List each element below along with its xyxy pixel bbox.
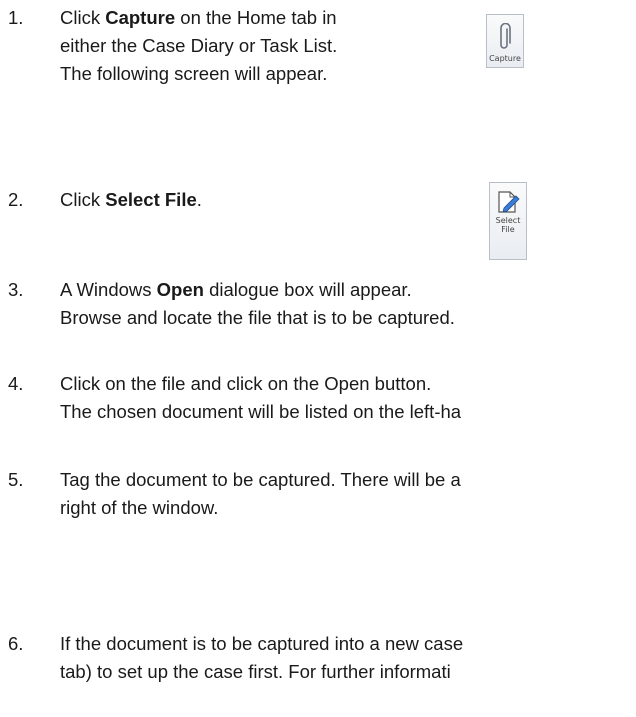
- step-number: 4.: [8, 373, 24, 394]
- select-file-label-1: Select: [495, 216, 521, 225]
- step-number: 1.: [8, 7, 24, 28]
- step-line: Browse and locate the file that is to be…: [60, 307, 455, 328]
- step-line: Click on the file and click on the Open …: [60, 373, 432, 394]
- step-line: Click Capture on the Home tab in: [60, 7, 337, 28]
- step-number: 6.: [8, 633, 24, 654]
- select-file-button[interactable]: Select File: [489, 182, 527, 260]
- step-line: either the Case Diary or Task List.: [60, 35, 338, 56]
- paperclip-icon: [500, 23, 511, 49]
- step-line: tab) to set up the case first. For furth…: [60, 661, 451, 682]
- step-text: Click Capture on the Home tab in either …: [60, 4, 337, 88]
- step-line: If the document is to be captured into a…: [60, 633, 464, 654]
- step-number: 2.: [8, 189, 24, 210]
- step-number: 5.: [8, 469, 24, 490]
- select-file-label-2: File: [501, 225, 515, 234]
- step-line: right of the window.: [60, 497, 219, 518]
- step-text: Click on the file and click on the Open …: [60, 370, 461, 426]
- step-text: Click Select File.: [60, 186, 202, 214]
- step-text: If the document is to be captured into a…: [60, 630, 463, 686]
- pencil-document-icon: [498, 191, 520, 213]
- step-number: 3.: [8, 279, 24, 300]
- step-line: Click Select File.: [60, 189, 202, 210]
- step-text: Tag the document to be captured. There w…: [60, 466, 461, 522]
- capture-button-label: Capture: [489, 54, 521, 63]
- step-line: The chosen document will be listed on th…: [60, 401, 462, 422]
- step-line: Tag the document to be captured. There w…: [60, 469, 461, 490]
- capture-button[interactable]: Capture: [486, 14, 524, 68]
- step-line: A Windows Open dialogue box will appear.: [60, 279, 412, 300]
- step-line: The following screen will appear.: [60, 63, 328, 84]
- step-text: A Windows Open dialogue box will appear.…: [60, 276, 455, 332]
